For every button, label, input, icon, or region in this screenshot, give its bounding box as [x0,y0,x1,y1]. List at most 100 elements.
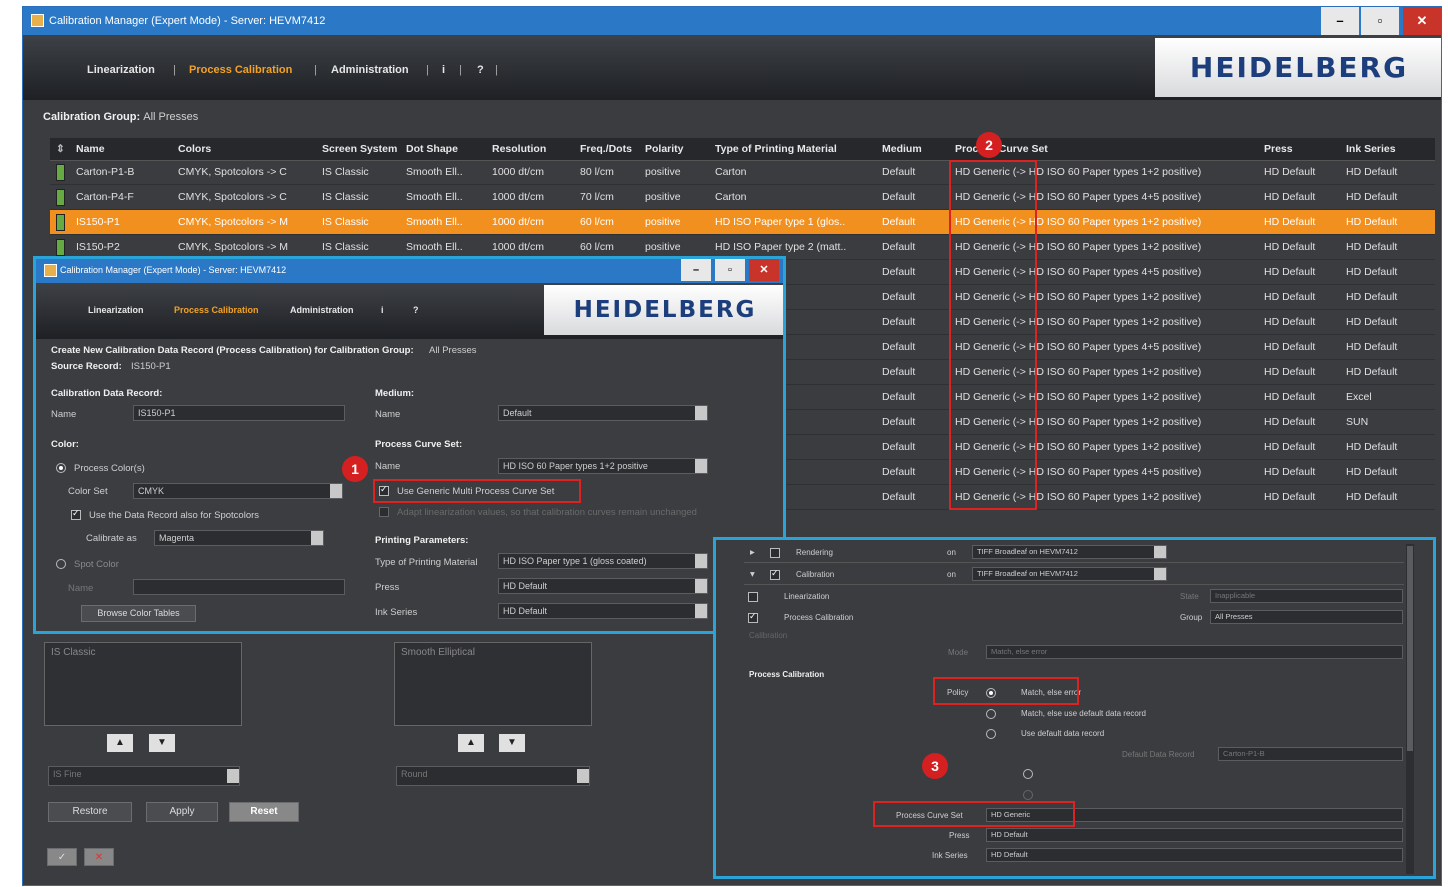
process-calibration-heading: Process Calibration [749,670,825,679]
minimize-button[interactable]: – [1321,7,1359,35]
scrollbar-thumb[interactable] [1407,546,1413,751]
table-cell: positive [645,216,681,228]
col-header-medium[interactable]: Medium [882,143,922,155]
tree-device-dropdown[interactable]: TIFF Broadleaf on HEVM7412 [972,567,1167,581]
table-cell: Default [882,241,916,253]
col-header-dot-shape[interactable]: Dot Shape [406,143,458,155]
apply-button[interactable]: Apply [146,802,218,822]
rendering-checkbox[interactable] [770,548,780,558]
sort-icon[interactable]: ⇕ [56,143,65,155]
mode-label: Mode [948,648,969,657]
dot-shape-list-item[interactable]: Smooth Elliptical [395,643,591,662]
process-colors-radio[interactable] [56,463,66,473]
browse-color-tables-button[interactable]: Browse Color Tables [81,605,196,622]
menu-info[interactable]: i [442,64,445,76]
move-up-button[interactable]: ▲ [458,734,484,752]
expand-icon[interactable]: ▸ [750,547,755,558]
tree-row-rendering[interactable]: ▸ Rendering on TIFF Broadleaf on HEVM741… [744,544,1404,563]
screen-system-list-item[interactable]: IS Classic [45,643,241,662]
ok-icon[interactable]: ✓ [47,848,77,866]
tree-row-calibration[interactable]: ▾ Calibration on TIFF Broadleaf on HEVM7… [744,566,1404,585]
table-cell: Smooth Ell.. [406,241,463,253]
reset-button[interactable]: Reset [229,802,299,822]
move-down-button[interactable]: ▼ [499,734,525,752]
screen-system-list[interactable]: IS Classic [44,642,242,726]
calibrate-as-dropdown[interactable]: Magenta [154,530,324,546]
maximize-button[interactable]: ▫ [1361,7,1399,35]
policy-radio-use-default[interactable] [986,729,996,739]
spot-name-input[interactable] [133,579,345,595]
menu-linearization[interactable]: Linearization [87,64,155,76]
table-cell: HD Default [1346,316,1398,328]
close-button[interactable]: ✕ [1403,7,1441,35]
col-header-screen-system[interactable]: Screen System [322,143,398,155]
table-row[interactable]: Carton-P4-F CMYK, Spotcolors -> C IS Class… [50,185,1435,210]
table-cell: 60 l/cm [580,241,614,253]
col-header-name[interactable]: Name [76,143,105,155]
press-dropdown[interactable]: HD Default [498,578,708,594]
policy-radio-match-default[interactable] [986,709,996,719]
menu-process-calibration[interactable]: Process Calibration [189,64,292,76]
medium-dropdown[interactable]: Default [498,405,708,421]
table-cell: IS150-P1 [76,216,120,228]
color-set-dropdown[interactable]: CMYK [133,483,343,499]
menu-administration[interactable]: Administration [290,305,354,315]
table-cell: HD ISO Paper type 1 (glos.. [715,216,846,228]
restore-button[interactable]: Restore [48,802,132,822]
chevron-down-icon [311,531,323,545]
table-cell: HD Default [1264,241,1316,253]
default-record-field: Carton-P1-B [1218,747,1403,761]
col-header-freq[interactable]: Freq./Dots [580,143,638,155]
maximize-button[interactable]: ▫ [715,259,745,281]
table-cell: HD Default [1264,366,1316,378]
move-up-button[interactable]: ▲ [107,734,133,752]
table-row[interactable]: Carton-P1-B CMYK, Spotcolors -> C IS Class… [50,160,1435,185]
press-field[interactable]: HD Default [986,828,1403,842]
menu-process-calibration[interactable]: Process Calibration [174,305,259,315]
col-header-press[interactable]: Press [1264,143,1293,155]
record-name-input[interactable]: IS150-P1 [133,405,345,421]
press-label: Press [949,831,970,840]
pcs-dropdown[interactable]: HD ISO 60 Paper types 1+2 positive [498,458,708,474]
col-header-polarity[interactable]: Polarity [645,143,684,155]
menu-linearization[interactable]: Linearization [88,305,144,315]
tree-label: Rendering [796,548,833,557]
collapse-icon[interactable]: ▾ [750,569,755,580]
menu-info[interactable]: i [381,305,384,315]
dot-shape-list[interactable]: Smooth Elliptical [394,642,592,726]
cancel-icon[interactable]: ✕ [84,848,114,866]
linearization-checkbox[interactable] [748,592,758,602]
ink-series-dropdown[interactable]: HD Default [498,603,708,619]
scrollbar[interactable] [1406,544,1414,874]
group-field[interactable]: All Presses [1210,610,1403,624]
material-dropdown[interactable]: HD ISO Paper type 1 (gloss coated) [498,553,708,569]
screen-dropdown[interactable]: IS Fine [48,766,240,786]
minimize-button[interactable]: – [681,259,711,281]
col-header-ink-series[interactable]: Ink Series [1346,143,1396,155]
move-down-button[interactable]: ▼ [149,734,175,752]
option-radio[interactable] [1023,790,1033,800]
process-calibration-checkbox[interactable] [748,611,758,623]
policy-option: Match, else use default data record [1021,709,1146,718]
cal-record-label: Calibration Data Record: [51,388,163,399]
table-cell: 1000 dt/cm [492,216,544,228]
option-radio[interactable] [1023,769,1033,779]
tree-device-dropdown[interactable]: TIFF Broadleaf on HEVM7412 [972,545,1167,559]
col-header-material[interactable]: Type of Printing Material [715,143,837,155]
close-button[interactable]: ✕ [749,259,779,281]
table-cell: HD Default [1264,316,1316,328]
spot-color-radio[interactable] [56,559,66,569]
menu-help[interactable]: ? [477,64,484,76]
ink-series-field[interactable]: HD Default [986,848,1403,862]
menu-administration[interactable]: Administration [331,64,409,76]
table-row[interactable]: IS150-P1 CMYK, Spotcolors -> M IS Classic S… [50,210,1435,235]
col-header-colors[interactable]: Colors [178,143,211,155]
use-for-spot-checkbox[interactable] [71,508,81,520]
col-header-resolution[interactable]: Resolution [492,143,546,155]
table-cell: 70 l/cm [580,191,614,203]
table-cell: IS Classic [322,216,369,228]
calibration-checkbox[interactable] [770,568,780,580]
menu-help[interactable]: ? [413,305,419,315]
dot-dropdown[interactable]: Round [396,766,590,786]
adapt-checkbox[interactable] [379,507,389,517]
